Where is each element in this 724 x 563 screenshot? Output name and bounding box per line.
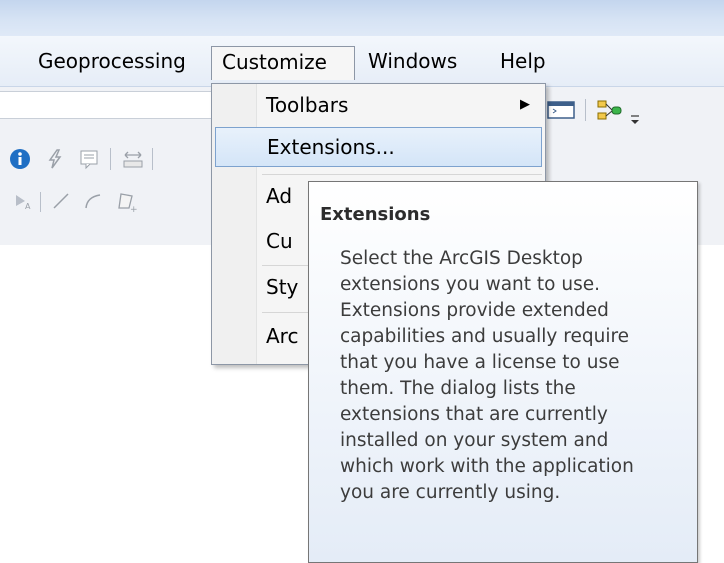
menu-windows[interactable]: Windows: [358, 46, 467, 80]
window-icon[interactable]: [543, 96, 579, 124]
toolbar-separator: [110, 148, 111, 170]
menu-item-label: Ad: [266, 184, 293, 208]
measure-icon[interactable]: [118, 144, 148, 174]
info-icon[interactable]: [5, 144, 35, 174]
html-popup-icon[interactable]: [74, 144, 104, 174]
svg-text:+: +: [130, 205, 138, 212]
toolbar-options-icon[interactable]: [628, 108, 642, 130]
menu-customize[interactable]: Customize: [211, 46, 355, 80]
menu-item-toolbars[interactable]: Toolbars ▶: [215, 86, 542, 126]
menu-separator: [262, 174, 542, 175]
tooltip-line: which work with the application: [340, 456, 634, 477]
tooltip-line: capabilities and usually require: [340, 326, 630, 347]
tooltip-title: Extensions: [320, 204, 431, 225]
tooltip-line: Extensions provide extended: [340, 300, 609, 321]
svg-text:A: A: [25, 202, 31, 210]
submenu-arrow-icon: ▶: [520, 97, 530, 112]
line-icon[interactable]: [48, 188, 74, 214]
menu-help[interactable]: Help: [490, 46, 556, 80]
curve-icon[interactable]: [80, 188, 106, 214]
tooltip-line: them. The dialog lists the: [340, 378, 576, 399]
title-bar: [0, 0, 724, 36]
tooltip-line: that you have a license to use: [340, 352, 620, 373]
menu-item-label: Toolbars: [266, 93, 349, 117]
lightning-icon[interactable]: [40, 144, 70, 174]
menu-item-label: Cu: [266, 229, 293, 253]
model-builder-icon[interactable]: [593, 96, 625, 126]
toolbar-separator: [40, 192, 41, 212]
menu-item-extensions[interactable]: Extensions...: [215, 127, 542, 167]
menu-bar: Geoprocessing Customize Windows Help: [0, 36, 724, 87]
toolbar-input-field[interactable]: [0, 91, 215, 119]
menu-item-label: Sty: [266, 275, 299, 299]
label-icon[interactable]: A: [10, 188, 36, 214]
tooltip-line: Select the ArcGIS Desktop: [340, 248, 583, 269]
tooltip-line: extensions you want to use.: [340, 274, 600, 295]
tooltip-line: extensions that are currently: [340, 404, 608, 425]
extensions-tooltip: Extensions Select the ArcGIS Desktop ext…: [308, 181, 698, 563]
tooltip-line: installed on your system and: [340, 430, 609, 451]
menu-item-label: Arc: [266, 324, 299, 348]
tooltip-line: you are currently using.: [340, 482, 561, 503]
menu-item-label: Extensions...: [267, 135, 395, 159]
toolbar-separator: [152, 148, 153, 170]
toolbar-separator: [585, 99, 586, 121]
polygon-icon[interactable]: +: [112, 188, 142, 214]
menu-geoprocessing[interactable]: Geoprocessing: [28, 46, 196, 80]
tooltip-body: Select the ArcGIS Desktop extensions you…: [340, 246, 696, 506]
